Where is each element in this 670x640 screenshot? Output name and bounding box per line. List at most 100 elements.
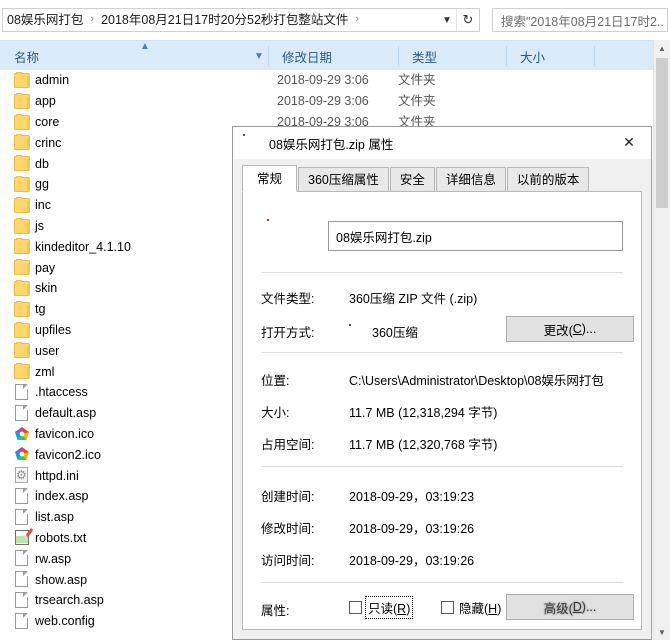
notepad-icon <box>15 529 29 545</box>
change-button-tail: )... <box>581 322 597 336</box>
breadcrumb-item-0[interactable]: 08娱乐网打包 <box>3 9 87 31</box>
advanced-button-tail: )... <box>581 600 597 614</box>
field-location-value: C:\Users\Administrator\Desktop\08娱乐网打包 <box>349 373 604 388</box>
field-size: 大小: 11.7 MB (12,318,294 字节) <box>261 400 623 422</box>
file-date: 2018-09-29 3:06 <box>277 73 369 88</box>
scrollbar-thumb[interactable] <box>656 58 668 208</box>
divider-4 <box>261 582 623 583</box>
document-icon <box>15 550 28 567</box>
dialog-title: 08娱乐网打包.zip 属性 <box>269 137 394 152</box>
vertical-scrollbar[interactable]: ▲ ▼ <box>653 40 670 640</box>
file-properties-dialog: 08娱乐网打包.zip 属性 ✕ 常规 360压缩属性 安全 详细信息 以前的版本 08… <box>232 126 652 640</box>
advanced-button-text: 高级( <box>543 601 573 616</box>
field-file-type: 文件类型: 360压缩 ZIP 文件 (.zip) <box>261 286 623 308</box>
breadcrumb-separator-trailing[interactable]: › <box>352 8 362 30</box>
sort-ascending-icon: ▲ <box>140 41 150 52</box>
field-accessed-label: 访问时间: <box>261 553 315 568</box>
tab-3[interactable]: 详细信息 <box>435 167 506 192</box>
field-modified-value: 2018-09-29，03:19:26 <box>349 521 475 536</box>
field-modified: 修改时间: 2018-09-29，03:19:26 <box>261 516 623 538</box>
document-icon <box>15 487 28 504</box>
file-name: show.asp <box>35 572 88 587</box>
file-type: 文件夹 <box>398 94 436 109</box>
document-icon <box>15 383 28 400</box>
tab-4[interactable]: 以前的版本 <box>506 167 590 192</box>
document-icon <box>15 508 28 525</box>
file-name: default.asp <box>35 406 97 421</box>
chevron-down-icon[interactable]: ▼ <box>437 9 457 31</box>
dialog-tab-strip: 常规 360压缩属性 安全 详细信息 以前的版本 <box>242 165 642 193</box>
column-header-date[interactable]: 修改日期 <box>268 41 398 71</box>
file-name: user <box>35 343 60 358</box>
file-name: db <box>35 156 49 171</box>
dialog-title-bar[interactable]: 08娱乐网打包.zip 属性 ✕ <box>233 127 651 159</box>
tab-2[interactable]: 安全 <box>389 167 435 192</box>
file-name-field[interactable]: 08娱乐网打包.zip <box>328 221 623 251</box>
field-size-value: 11.7 MB (12,318,294 字节) <box>349 405 498 420</box>
folder-icon <box>14 363 30 380</box>
close-icon[interactable]: ✕ <box>607 127 651 158</box>
divider-1 <box>261 272 623 273</box>
tab-1[interactable]: 360压缩属性 <box>298 167 389 192</box>
address-bar[interactable]: 08娱乐网打包 › 2018年08月21日17时20分52秒打包整站文件 › ▼… <box>2 8 480 32</box>
folder-icon <box>14 72 30 88</box>
file-name: favicon2.ico <box>35 447 102 462</box>
file-name: skin <box>35 281 58 296</box>
folder-icon <box>14 134 30 151</box>
field-opens-with-label: 打开方式: <box>261 325 315 340</box>
file-list-item[interactable]: admin 2018-09-29 3:06 文件夹 <box>0 70 670 91</box>
column-header-size-label: 大小 <box>520 50 546 65</box>
file-name: tg <box>35 302 46 317</box>
divider-3 <box>261 466 623 467</box>
field-location-label: 位置: <box>261 373 290 388</box>
advanced-button-accel: D <box>572 600 582 614</box>
file-name: favicon.ico <box>35 426 95 441</box>
field-created-label: 创建时间: <box>261 489 315 504</box>
file-name: upfiles <box>35 322 72 337</box>
file-name: js <box>35 218 45 233</box>
attributes-label: 属性: <box>261 603 290 618</box>
tab-0[interactable]: 常规 <box>242 165 298 192</box>
refresh-icon[interactable]: ↻ <box>456 9 479 31</box>
hidden-checkbox[interactable]: 隐藏(H) <box>441 598 501 617</box>
hidden-checkbox-box[interactable] <box>441 601 454 614</box>
folder-icon <box>14 342 30 359</box>
search-input[interactable]: 搜索"2018年08月21日17时2.. <box>492 8 668 32</box>
settings-file-icon <box>15 467 28 484</box>
file-name-row: 08娱乐网打包.zip <box>261 210 623 262</box>
document-icon <box>15 591 28 608</box>
advanced-button[interactable]: 高级(D)... <box>506 594 634 620</box>
readonly-checkbox[interactable]: 只读(R) <box>349 596 414 619</box>
file-name: rw.asp <box>35 551 72 566</box>
readonly-checkbox-box[interactable] <box>349 601 362 614</box>
file-list-item[interactable]: app 2018-09-29 3:06 文件夹 <box>0 91 670 112</box>
column-header-size[interactable]: 大小 <box>506 41 594 71</box>
file-name: app <box>35 94 56 109</box>
field-size-on-disk: 占用空间: 11.7 MB (12,320,768 字节) <box>261 432 623 454</box>
column-filter-chevron-icon[interactable]: ▼ <box>250 41 268 71</box>
explorer-toolbar: 08娱乐网打包 › 2018年08月21日17时20分52秒打包整站文件 › ▼… <box>0 0 670 40</box>
folder-icon <box>14 217 30 234</box>
column-header-row: 名称 ▲ ▼ 修改日期 类型 大小 <box>0 40 670 70</box>
file-type: 文件夹 <box>398 73 436 88</box>
zip-file-icon <box>243 134 261 152</box>
favicon-icon <box>14 426 30 442</box>
change-button-text: 更改( <box>543 323 573 338</box>
file-name: trsearch.asp <box>35 593 104 608</box>
column-header-type-label: 类型 <box>412 50 438 65</box>
column-header-date-label: 修改日期 <box>282 50 333 65</box>
favicon-icon <box>14 446 30 462</box>
file-name: core <box>35 114 60 129</box>
column-header-name[interactable]: 名称 ▲ <box>0 41 268 71</box>
scroll-down-icon[interactable]: ▼ <box>654 624 670 640</box>
scroll-up-icon[interactable]: ▲ <box>654 40 670 56</box>
column-header-type[interactable]: 类型 <box>398 41 506 71</box>
breadcrumb-item-1[interactable]: 2018年08月21日17时20分52秒打包整站文件 <box>97 9 352 31</box>
folder-icon <box>14 321 30 338</box>
document-icon <box>15 612 28 629</box>
field-size-label: 大小: <box>261 405 290 420</box>
file-name: gg <box>35 177 49 192</box>
folder-icon <box>14 113 30 130</box>
zip-file-large-icon <box>267 219 301 253</box>
change-button[interactable]: 更改(C)... <box>506 316 634 342</box>
